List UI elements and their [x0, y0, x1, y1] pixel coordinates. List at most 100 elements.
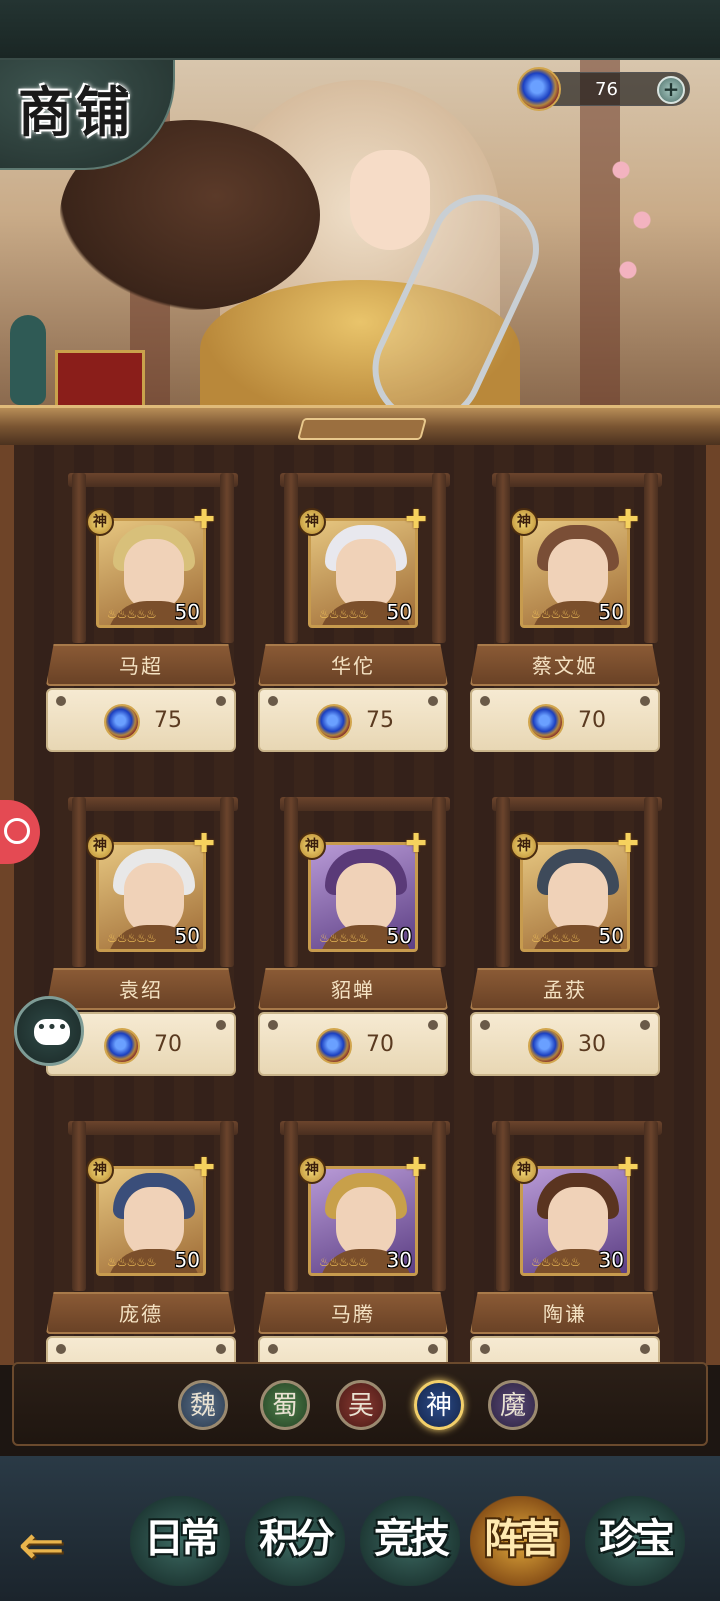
puzzle-piece-icon: ✚: [405, 1153, 427, 1183]
hero-price: 70: [154, 1032, 182, 1057]
hero-price: 75: [366, 708, 394, 733]
hero-price: 70: [366, 1032, 394, 1057]
hero-card[interactable]: ♨♨♨♨♨ 50 神 ✚ 蔡文姬 70: [470, 448, 672, 758]
tab-faction-label: 阵营: [484, 1515, 560, 1562]
tab-arena[interactable]: 竞技: [360, 1496, 460, 1586]
hero-card[interactable]: ♨♨♨♨♨ 50 神 ✚ 庞德: [46, 1096, 248, 1406]
rack-crossbar: [280, 473, 450, 487]
hero-card[interactable]: ♨♨♨♨♨ 50 神 ✚ 貂蝉 70: [258, 772, 460, 1082]
rack-post: [432, 797, 446, 967]
hero-portrait[interactable]: ♨♨♨♨♨ 50: [520, 842, 630, 952]
rack-post: [644, 797, 658, 967]
hero-name: 貂蝉: [258, 968, 448, 1010]
star-rating-icon: ♨♨♨♨♨: [107, 931, 157, 945]
hero-portrait[interactable]: ♨♨♨♨♨ 50: [96, 1166, 206, 1276]
record-icon: [4, 818, 30, 844]
god-rank-badge: 神: [298, 1156, 326, 1184]
faction-shu-button[interactable]: 蜀: [260, 1380, 310, 1430]
hero-level: 50: [386, 600, 412, 624]
rack-post: [432, 1121, 446, 1291]
star-rating-icon: ♨♨♨♨♨: [319, 931, 369, 945]
page-title: 商铺: [18, 80, 134, 144]
hero-name: 华佗: [258, 644, 448, 686]
puzzle-piece-icon: ✚: [405, 829, 427, 859]
puzzle-piece-icon: ✚: [193, 829, 215, 859]
rack-crossbar: [492, 797, 662, 811]
rack-post: [496, 1121, 510, 1291]
hero-name: 庞德: [46, 1292, 236, 1334]
add-currency-button[interactable]: +: [657, 76, 685, 104]
price-tag[interactable]: 30: [470, 1012, 660, 1076]
puzzle-piece-icon: ✚: [193, 505, 215, 535]
shelf-top-frame: [0, 405, 720, 445]
rack-post: [496, 797, 510, 967]
tab-points-label: 积分: [259, 1515, 335, 1562]
hero-card[interactable]: ♨♨♨♨♨ 30 神 ✚ 陶谦: [470, 1096, 672, 1406]
god-rank-badge: 神: [86, 1156, 114, 1184]
hero-level: 50: [174, 600, 200, 624]
jade-gem-icon: [528, 1028, 564, 1064]
back-button[interactable]: ⇐: [18, 1516, 118, 1576]
hero-level: 30: [598, 1248, 624, 1272]
chat-button[interactable]: •••: [14, 996, 84, 1066]
puzzle-piece-icon: ✚: [617, 829, 639, 859]
faction-wu-button[interactable]: 吴: [336, 1380, 386, 1430]
hero-card[interactable]: ♨♨♨♨♨ 50 神 ✚ 袁绍 70: [46, 772, 248, 1082]
hero-name: 陶谦: [470, 1292, 660, 1334]
rack-post: [644, 473, 658, 643]
rack-crossbar: [68, 797, 238, 811]
hero-portrait[interactable]: ♨♨♨♨♨ 30: [520, 1166, 630, 1276]
star-rating-icon: ♨♨♨♨♨: [107, 607, 157, 621]
star-rating-icon: ♨♨♨♨♨: [319, 607, 369, 621]
hero-portrait[interactable]: ♨♨♨♨♨ 50: [308, 518, 418, 628]
hero-card[interactable]: ♨♨♨♨♨ 50 神 ✚ 马超 75: [46, 448, 248, 758]
hero-name: 袁绍: [46, 968, 236, 1010]
rack-post: [644, 1121, 658, 1291]
rack-crossbar: [280, 1121, 450, 1135]
rack-post: [220, 797, 234, 967]
hero-card[interactable]: ♨♨♨♨♨ 50 神 ✚ 华佗 75: [258, 448, 460, 758]
hero-portrait[interactable]: ♨♨♨♨♨ 30: [308, 1166, 418, 1276]
star-rating-icon: ♨♨♨♨♨: [319, 1255, 369, 1269]
jade-gem-icon: [517, 67, 561, 111]
rack-crossbar: [280, 797, 450, 811]
hero-card[interactable]: ♨♨♨♨♨ 50 神 ✚ 孟获 30: [470, 772, 672, 1082]
tab-daily[interactable]: 日常: [130, 1496, 230, 1586]
faction-shen-button[interactable]: 神: [414, 1380, 464, 1430]
nail-icon: [428, 1344, 438, 1354]
hero-level: 50: [174, 924, 200, 948]
rack-crossbar: [492, 473, 662, 487]
jade-gem-icon: [528, 704, 564, 740]
hero-level: 50: [386, 924, 412, 948]
nail-icon: [56, 696, 66, 706]
rack-post: [284, 1121, 298, 1291]
god-rank-badge: 神: [86, 832, 114, 860]
price-tag[interactable]: 70: [258, 1012, 448, 1076]
nail-icon: [268, 1344, 278, 1354]
hero-portrait[interactable]: ♨♨♨♨♨ 50: [308, 842, 418, 952]
hero-name: 孟获: [470, 968, 660, 1010]
faction-mo-button[interactable]: 魔: [488, 1380, 538, 1430]
nail-icon: [268, 696, 278, 706]
faction-wei-button[interactable]: 魏: [178, 1380, 228, 1430]
tab-treasure[interactable]: 珍宝: [585, 1496, 685, 1586]
currency-display: 76 +: [517, 67, 690, 111]
price-tag[interactable]: 75: [46, 688, 236, 752]
hero-level: 50: [598, 600, 624, 624]
tab-faction[interactable]: 阵营: [470, 1496, 570, 1586]
god-rank-badge: 神: [510, 508, 538, 536]
price-tag[interactable]: 70: [470, 688, 660, 752]
tab-daily-label: 日常: [144, 1515, 220, 1562]
price-tag[interactable]: 75: [258, 688, 448, 752]
hero-card[interactable]: ♨♨♨♨♨ 30 神 ✚ 马腾: [258, 1096, 460, 1406]
star-rating-icon: ♨♨♨♨♨: [531, 1255, 581, 1269]
nail-icon: [216, 696, 226, 706]
tab-arena-label: 竞技: [374, 1515, 450, 1562]
hero-name: 马超: [46, 644, 236, 686]
hero-portrait[interactable]: ♨♨♨♨♨ 50: [520, 518, 630, 628]
hero-portrait[interactable]: ♨♨♨♨♨ 50: [96, 842, 206, 952]
jade-gem-icon: [104, 1028, 140, 1064]
hero-portrait[interactable]: ♨♨♨♨♨ 50: [96, 518, 206, 628]
nail-icon: [640, 1020, 650, 1030]
tab-points[interactable]: 积分: [245, 1496, 345, 1586]
